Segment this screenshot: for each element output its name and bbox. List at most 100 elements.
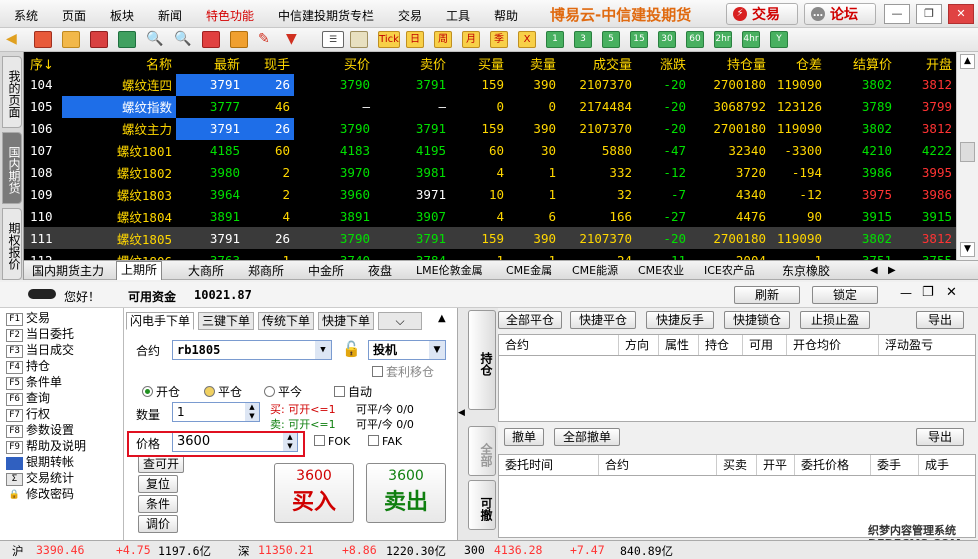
nav-item-settings[interactable]: F8 参数设置 — [6, 422, 74, 438]
tab-quick[interactable]: 快捷下单 — [318, 312, 375, 330]
col-side[interactable]: 买卖 — [717, 455, 757, 475]
trade-button[interactable]: ⚡ 交易 — [726, 3, 798, 25]
nav-item-positions[interactable]: F4 持仓 — [6, 358, 50, 374]
period-y[interactable]: Y — [770, 31, 788, 48]
col-name[interactable]: 名称 — [62, 52, 176, 74]
contract-input[interactable]: rb1805 ▼ — [172, 340, 332, 360]
menu-news[interactable]: 新闻 — [158, 7, 182, 24]
exchange-tab-cme-agri[interactable]: CME农业 — [634, 263, 688, 279]
export-orders-button[interactable]: 导出 — [916, 428, 964, 446]
col-filled-qty[interactable]: 成手 — [919, 455, 975, 475]
cancel-all-button[interactable]: 全部撤单 — [554, 428, 620, 446]
kline-icon[interactable] — [350, 31, 368, 48]
collapse-icon[interactable]: ▲ — [438, 313, 446, 324]
back-arrow-icon[interactable]: ◀ — [6, 31, 24, 48]
period-4hr[interactable]: 4hr — [742, 31, 760, 48]
fak-checkbox[interactable]: FAK — [368, 435, 402, 448]
table-row-selected[interactable]: 111 螺纹1805 3791 26 3790 3791 159 390 210… — [24, 227, 956, 250]
chevron-down-icon[interactable]: ▼ — [315, 341, 331, 359]
tab-all[interactable]: 全部 — [468, 426, 496, 476]
chart-icon[interactable] — [90, 31, 108, 48]
exchange-tab-cffex[interactable]: 中金所 — [304, 263, 348, 279]
menu-page[interactable]: 页面 — [62, 7, 86, 24]
menu-sector[interactable]: 板块 — [110, 7, 134, 24]
panel-close-icon[interactable]: ✕ — [946, 285, 957, 300]
nav-item-stats[interactable]: Σ 交易统计 — [6, 470, 74, 486]
menu-trade[interactable]: 交易 — [398, 7, 422, 24]
col-available[interactable]: 可用 — [743, 335, 787, 355]
hedge-type-select[interactable]: 投机 ▼ — [368, 340, 446, 360]
col-contract[interactable]: 合约 — [499, 335, 619, 355]
tab-more-icon[interactable]: ⌵ — [378, 312, 422, 330]
period-2hr[interactable]: 2hr — [714, 31, 732, 48]
nav-item-orders[interactable]: F2 当日委托 — [6, 326, 74, 342]
scroll-down-icon[interactable]: ▼ — [960, 242, 975, 257]
col-order-price[interactable]: 委托价格 — [795, 455, 871, 475]
quick-close-button[interactable]: 快捷平仓 — [570, 311, 636, 329]
zoom-out-icon[interactable]: 🔍 — [174, 31, 192, 48]
zoom-in-icon[interactable]: 🔍 — [146, 31, 164, 48]
export-positions-button[interactable]: 导出 — [916, 311, 964, 329]
col-seq[interactable]: 序↓ — [24, 52, 62, 74]
window-icon[interactable] — [202, 31, 220, 48]
tab-three-key[interactable]: 三键下单 — [198, 312, 255, 330]
query-open-button[interactable]: 查可开 — [138, 455, 184, 473]
table-row[interactable]: 108 螺纹1802 3980 2 3970 3981 4 1 332 -12 … — [24, 162, 956, 184]
pen-icon[interactable]: ✎ — [258, 31, 276, 48]
period-month[interactable]: 月 — [462, 31, 480, 48]
exchange-tab-cme-energy[interactable]: CME能源 — [568, 263, 622, 279]
table-row[interactable]: 105 螺纹指数 3777 46 — — 0 0 2174484 -20 306… — [24, 95, 956, 118]
table-row[interactable]: 109 螺纹1803 3964 2 3960 3971 10 1 32 -7 4… — [24, 183, 956, 205]
side-tab-options[interactable]: 期权报价 — [2, 208, 22, 280]
exchange-tab-lme[interactable]: LME伦敦金属 — [412, 263, 487, 279]
quote-scrollbar[interactable]: ▲ ▼ — [956, 52, 978, 260]
nav-item-fills[interactable]: F3 当日成交 — [6, 342, 74, 358]
close-all-button[interactable]: 全部平仓 — [498, 311, 562, 329]
table-row[interactable]: 110 螺纹1804 3891 4 3891 3907 4 6 166 -27 … — [24, 205, 956, 227]
period-30[interactable]: 30 — [658, 31, 676, 48]
scroll-thumb[interactable] — [960, 142, 975, 162]
col-bid[interactable]: 买价 — [294, 52, 374, 74]
col-oidiff[interactable]: 仓差 — [770, 52, 826, 74]
fok-checkbox[interactable]: FOK — [314, 435, 350, 448]
col-settle[interactable]: 结算价 — [826, 52, 896, 74]
tab-flash-order[interactable]: 闪电手下单 — [126, 312, 195, 330]
period-x[interactable]: X — [518, 31, 536, 48]
stop-loss-button[interactable]: 止损止盈 — [800, 311, 870, 329]
table-row[interactable]: 107 螺纹1801 4185 60 4183 4195 60 30 5880 … — [24, 140, 956, 162]
quick-lock-button[interactable]: 快捷锁仓 — [724, 311, 790, 329]
nav-item-trade[interactable]: F1 交易 — [6, 310, 50, 326]
refresh-icon[interactable] — [118, 31, 136, 48]
lock-button[interactable]: 锁定 — [812, 286, 878, 304]
side-tab-domestic-futures[interactable]: 国内期货 — [2, 132, 22, 204]
menu-help[interactable]: 帮助 — [494, 7, 518, 24]
restore-icon[interactable]: ❐ — [916, 4, 942, 24]
col-ask[interactable]: 卖价 — [374, 52, 450, 74]
period-60[interactable]: 60 — [686, 31, 704, 48]
exchange-tab-ice[interactable]: ICE农产品 — [700, 263, 759, 279]
col-order-time[interactable]: 委托时间 — [499, 455, 599, 475]
stepper-arrows-icon[interactable]: ▲ ▼ — [245, 403, 259, 421]
auto-checkbox[interactable]: 自动 — [334, 383, 372, 400]
forum-button[interactable]: … 论坛 — [804, 3, 876, 25]
col-last[interactable]: 最新 — [176, 52, 244, 74]
col-float-pnl[interactable]: 浮动盈亏 — [879, 335, 975, 355]
col-contract[interactable]: 合约 — [599, 455, 717, 475]
nav-item-bank-transfer[interactable]: 银期转帐 — [6, 454, 74, 470]
col-attribute[interactable]: 属性 — [659, 335, 699, 355]
col-askq[interactable]: 卖量 — [508, 52, 560, 74]
arbitrage-checkbox[interactable]: 套利移仓 — [372, 363, 434, 380]
col-oi[interactable]: 持仓量 — [690, 52, 770, 74]
chevron-down-icon[interactable]: ▼ — [429, 341, 445, 359]
close-radio[interactable]: 平仓 — [204, 383, 242, 400]
period-1[interactable]: 1 — [546, 31, 564, 48]
col-open[interactable]: 开盘 — [896, 52, 956, 74]
exchange-tab-main[interactable]: 国内期货主力 — [28, 263, 108, 279]
panel-minimize-icon[interactable]: — — [900, 286, 912, 300]
quick-reverse-button[interactable]: 快捷反手 — [646, 311, 714, 329]
col-chg[interactable]: 涨跌 — [636, 52, 690, 74]
open-radio[interactable]: 开仓 — [142, 383, 180, 400]
exchange-tab-night[interactable]: 夜盘 — [364, 263, 396, 279]
buy-button[interactable]: 3600 买入 — [274, 463, 354, 523]
condition-button[interactable]: 条件 — [138, 495, 178, 513]
